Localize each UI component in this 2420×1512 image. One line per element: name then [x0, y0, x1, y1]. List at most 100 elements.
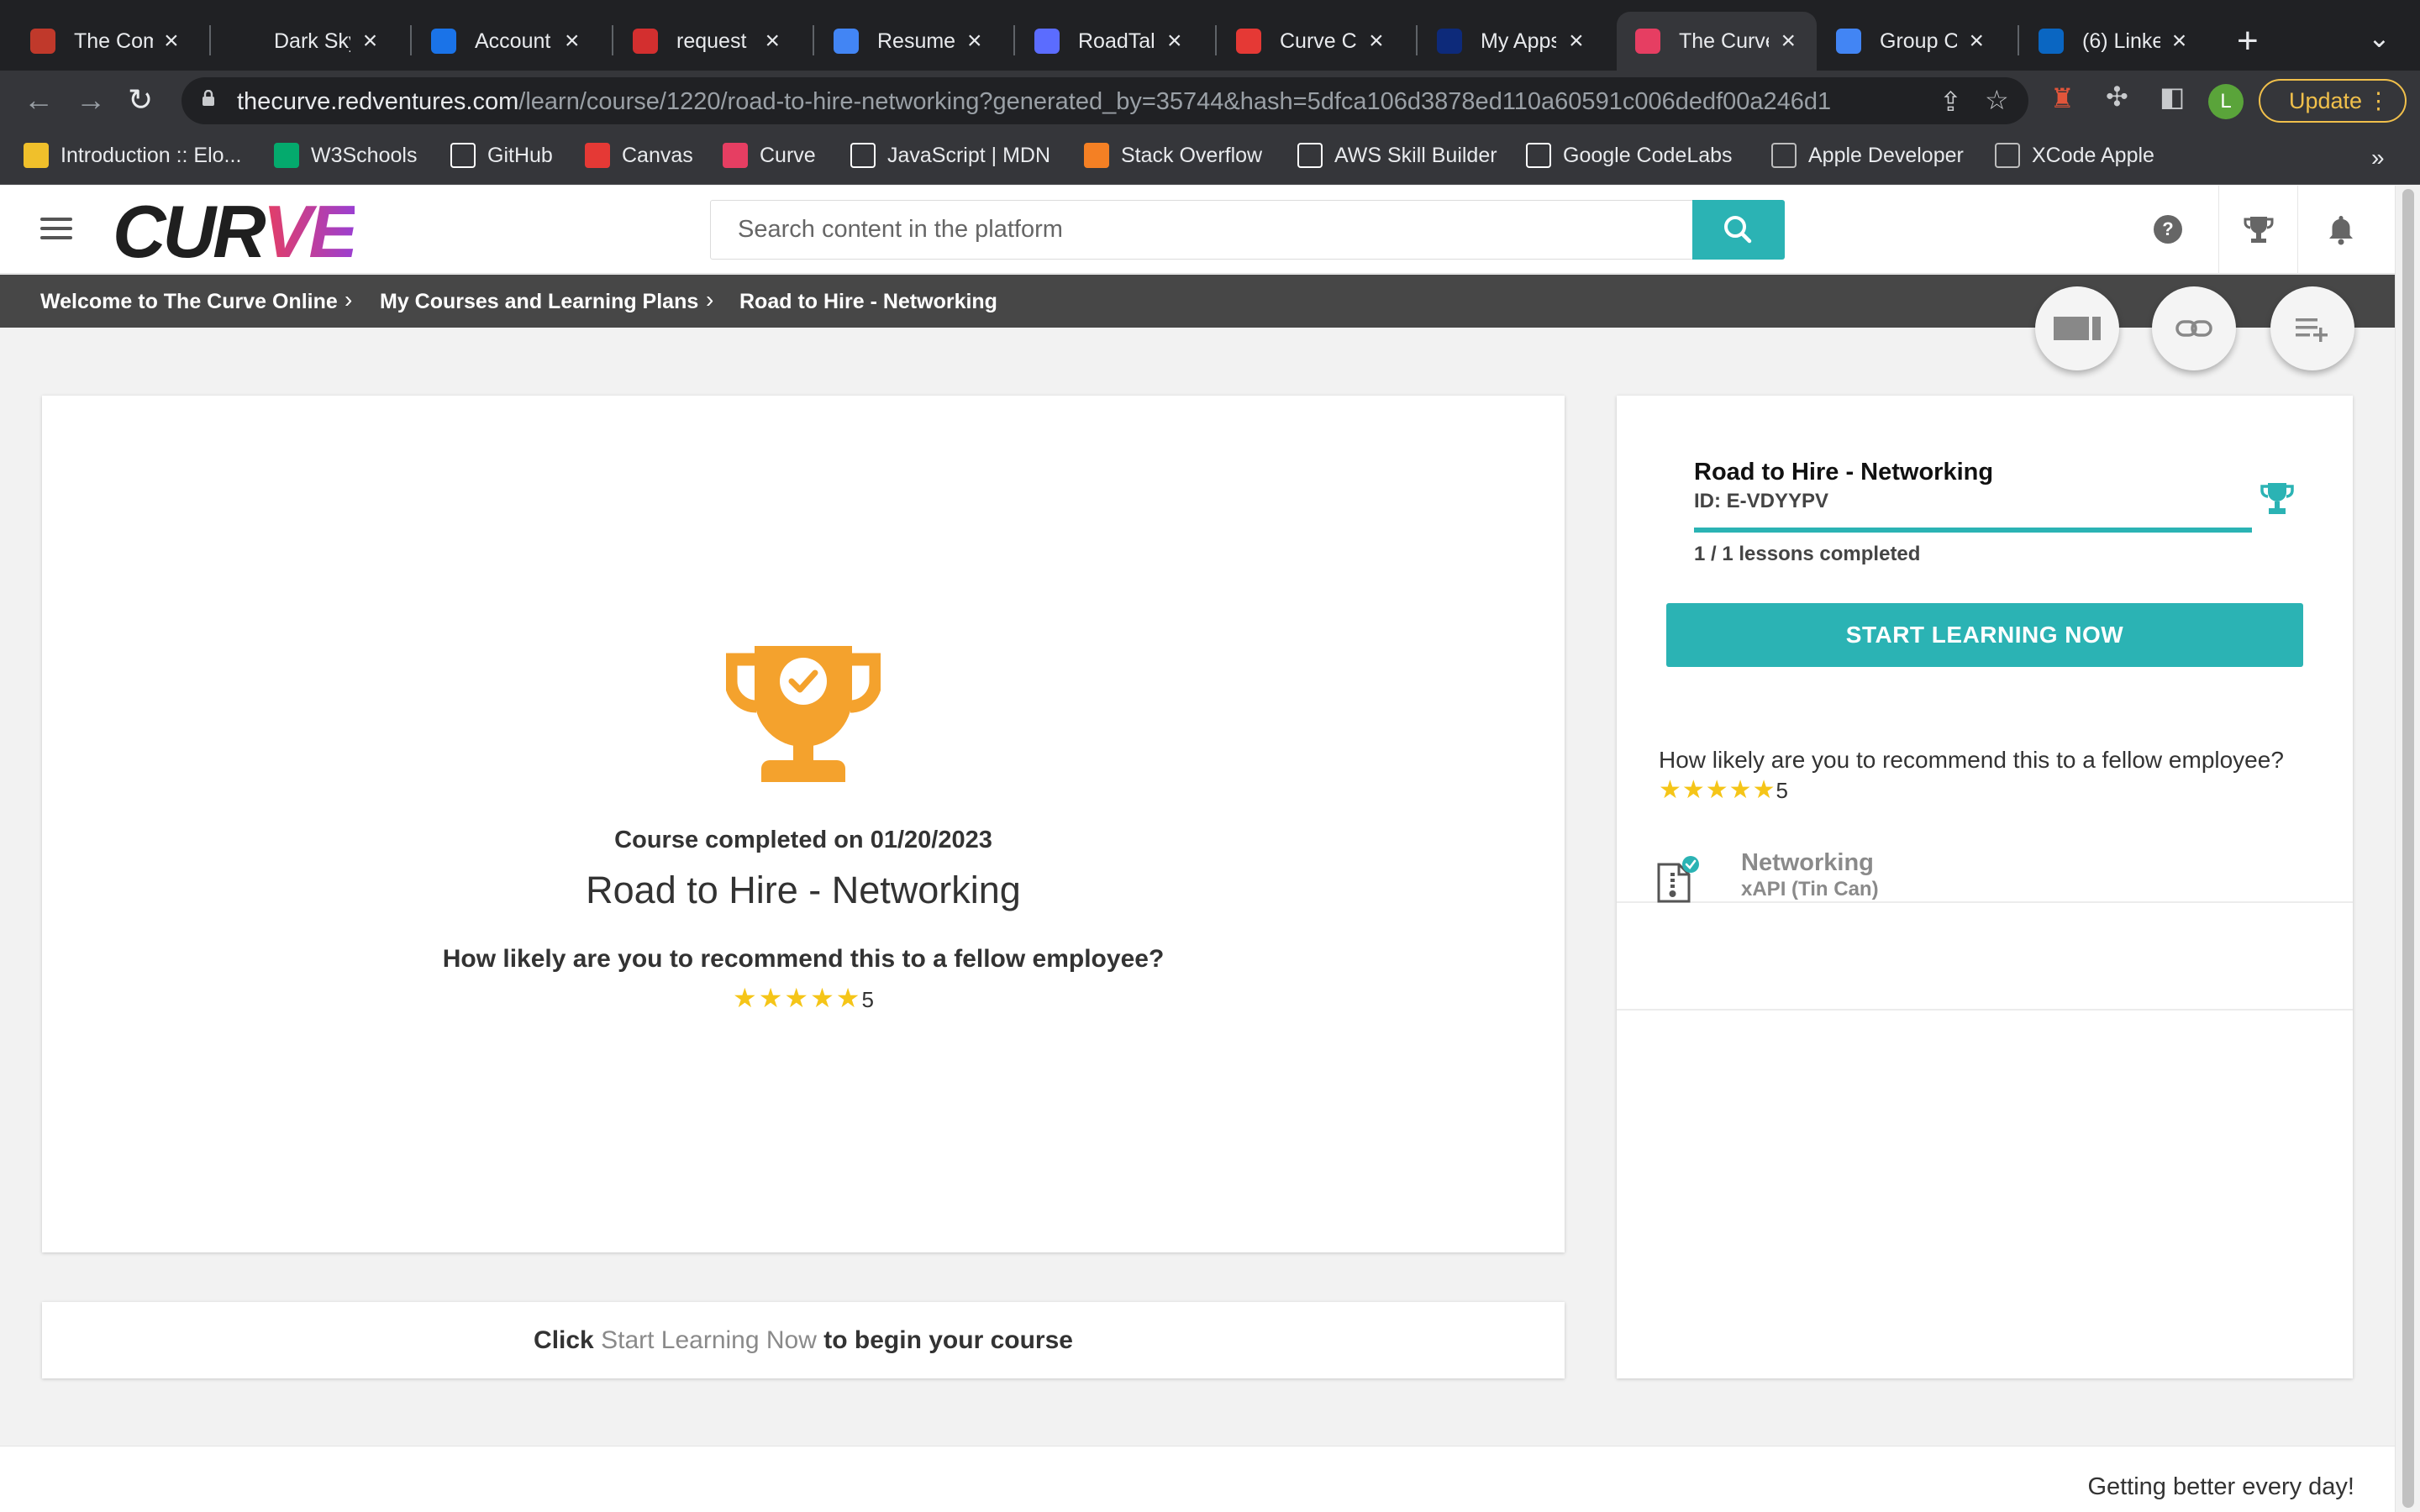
bookmark-item[interactable]: Stack Overflow	[1084, 143, 1262, 168]
bookmark-item[interactable]: JavaScript | MDN	[850, 143, 1050, 168]
tab-separator	[813, 25, 814, 55]
docs-icon	[834, 29, 859, 54]
side-panel-icon[interactable]: ◧	[2160, 81, 2185, 113]
bookmark-item[interactable]: GitHub	[450, 143, 553, 168]
tab-search-chevron-icon[interactable]: ⌄	[2368, 22, 2391, 54]
rating-stars[interactable]: ★★★★★	[733, 983, 861, 1013]
cta-prefix: Click	[534, 1326, 594, 1354]
sidebar-rating-stars[interactable]: ★★★★★	[1659, 776, 1776, 804]
update-button[interactable]: Update ⋮	[2259, 79, 2407, 123]
theater-mode-button[interactable]	[2035, 286, 2119, 370]
close-tab-icon[interactable]: ×	[359, 27, 381, 55]
tab-title: My Apps	[1481, 29, 1556, 53]
page-scrollbar[interactable]	[2395, 186, 2420, 1512]
new-tab-button[interactable]: +	[2237, 20, 2259, 62]
search-button[interactable]	[1692, 200, 1785, 260]
svg-text:?: ?	[2162, 218, 2173, 239]
bookmark-item[interactable]: XCode Apple	[1995, 143, 2154, 168]
tab-title: Group Co	[1880, 29, 1958, 53]
browser-tab[interactable]: My Apps ×	[1418, 12, 1605, 71]
browser-tab[interactable]: Curve Co ×	[1218, 12, 1404, 71]
browser-tab[interactable]: Dark Sky ×	[212, 12, 398, 71]
apple-icon	[1771, 143, 1797, 168]
back-arrow-icon[interactable]: ←	[24, 82, 54, 118]
bookmark-label: Google CodeLabs	[1563, 143, 1733, 167]
notifications-bell-icon[interactable]	[2321, 209, 2361, 249]
course-title: Road to Hire - Networking	[586, 869, 1021, 911]
header-divider	[2297, 186, 2298, 274]
close-tab-icon[interactable]: ×	[965, 27, 985, 55]
forward-arrow-icon[interactable]: →	[76, 82, 106, 118]
bookmark-label: Stack Overflow	[1121, 143, 1263, 167]
cta-suffix: to begin your course	[823, 1326, 1073, 1354]
browser-tab[interactable]: request - ×	[614, 12, 801, 71]
breadcrumb-current: Road to Hire - Networking	[739, 290, 997, 313]
bookmark-item[interactable]: Apple Developer	[1771, 143, 1964, 168]
lock-icon	[203, 90, 214, 106]
bookmark-label: XCode Apple	[2032, 143, 2154, 167]
bookmark-label: Curve	[760, 143, 816, 167]
menu-icon[interactable]	[40, 218, 72, 243]
start-learning-link[interactable]: Start Learning Now	[601, 1326, 817, 1354]
breadcrumb-my-courses[interactable]: My Courses and Learning Plans	[380, 290, 698, 314]
sidebar-rating-value: 5	[1776, 778, 1788, 803]
add-to-playlist-button[interactable]	[2270, 286, 2354, 370]
browser-tab[interactable]: The Comp ×	[12, 12, 198, 71]
bookmark-label: AWS Skill Builder	[1334, 143, 1497, 167]
share-link-button[interactable]	[2152, 286, 2236, 370]
trophy-icon[interactable]	[2238, 209, 2279, 249]
extension-lighthouse-icon[interactable]: ♜	[2050, 82, 2075, 114]
url-text: thecurve.redventures.com/learn/course/12…	[237, 88, 1831, 116]
curve-logo[interactable]: CURVE	[113, 195, 358, 269]
search-input[interactable]	[710, 200, 1693, 260]
bookmark-star-icon[interactable]: ☆	[1985, 84, 2009, 116]
address-bar[interactable]: thecurve.redventures.com/learn/course/12…	[182, 77, 2028, 124]
divider	[1617, 901, 2353, 903]
start-learning-button[interactable]: START LEARNING NOW	[1666, 603, 2303, 667]
completion-date-text: Course completed on 01/20/2023	[614, 827, 992, 853]
close-tab-icon[interactable]: ×	[2169, 27, 2190, 55]
bookmark-label: Introduction :: Elo...	[60, 143, 242, 167]
share-icon[interactable]: ⇪	[1939, 86, 1962, 118]
browser-tab[interactable]: Group Co ×	[1818, 12, 2004, 71]
browser-tab[interactable]: The Curve ×	[1617, 12, 1817, 71]
close-tab-icon[interactable]: ×	[161, 27, 182, 55]
recommend-question: How likely are you to recommend this to …	[442, 945, 1165, 973]
canvas-icon	[585, 143, 610, 168]
browser-tab[interactable]: (6) Linked ×	[2020, 12, 2207, 71]
more-bookmarks-icon[interactable]: »	[2371, 144, 2385, 171]
breadcrumb-home[interactable]: Welcome to The Curve Online	[40, 290, 338, 314]
close-tab-icon[interactable]: ×	[1565, 27, 1588, 55]
sidebar-rating-display: ★★★★★5	[1659, 775, 1788, 805]
snowflake-icon	[431, 29, 456, 54]
browser-tab[interactable]: Account D ×	[413, 12, 599, 71]
close-tab-icon[interactable]: ×	[1965, 27, 1987, 55]
lesson-item-networking[interactable]: Networking	[1741, 849, 1874, 877]
profile-avatar[interactable]: L	[2208, 84, 2244, 119]
help-icon[interactable]: ?	[2148, 209, 2188, 249]
roadtalk-icon	[1034, 29, 1060, 54]
browser-tab-bar: The Comp×Dark Sky× Account D× request -×Re…	[0, 0, 2420, 71]
bookmark-item[interactable]: Curve	[723, 143, 816, 168]
progress-fill	[1694, 528, 2252, 533]
tab-title: Curve Co	[1280, 29, 1357, 53]
bookmark-item[interactable]: Canvas	[585, 143, 693, 168]
rv-icon	[1635, 29, 1660, 54]
browser-tab[interactable]: RoadTalk ×	[1016, 12, 1202, 71]
scrollbar-thumb[interactable]	[2402, 189, 2414, 1508]
bookmark-item[interactable]: W3Schools	[274, 143, 417, 168]
bookmark-item[interactable]: Google CodeLabs	[1526, 143, 1733, 168]
close-tab-icon[interactable]: ×	[760, 27, 784, 55]
sidebar-recommend-question: How likely are you to recommend this to …	[1659, 747, 2284, 773]
extensions-puzzle-icon[interactable]: ✣	[2106, 81, 2128, 113]
tab-separator	[2018, 25, 2019, 55]
close-tab-icon[interactable]: ×	[1777, 27, 1800, 55]
close-tab-icon[interactable]: ×	[1365, 27, 1387, 55]
bookmark-item[interactable]: AWS Skill Builder	[1297, 143, 1497, 168]
browser-tab[interactable]: Resume F ×	[815, 12, 1002, 71]
bookmarks-bar: Introduction :: Elo... W3Schools GitHub Can…	[0, 131, 2420, 185]
bookmark-item[interactable]: Introduction :: Elo...	[24, 143, 241, 168]
close-tab-icon[interactable]: ×	[1164, 27, 1186, 55]
close-tab-icon[interactable]: ×	[562, 27, 582, 55]
reload-icon[interactable]: ↻	[128, 82, 153, 118]
